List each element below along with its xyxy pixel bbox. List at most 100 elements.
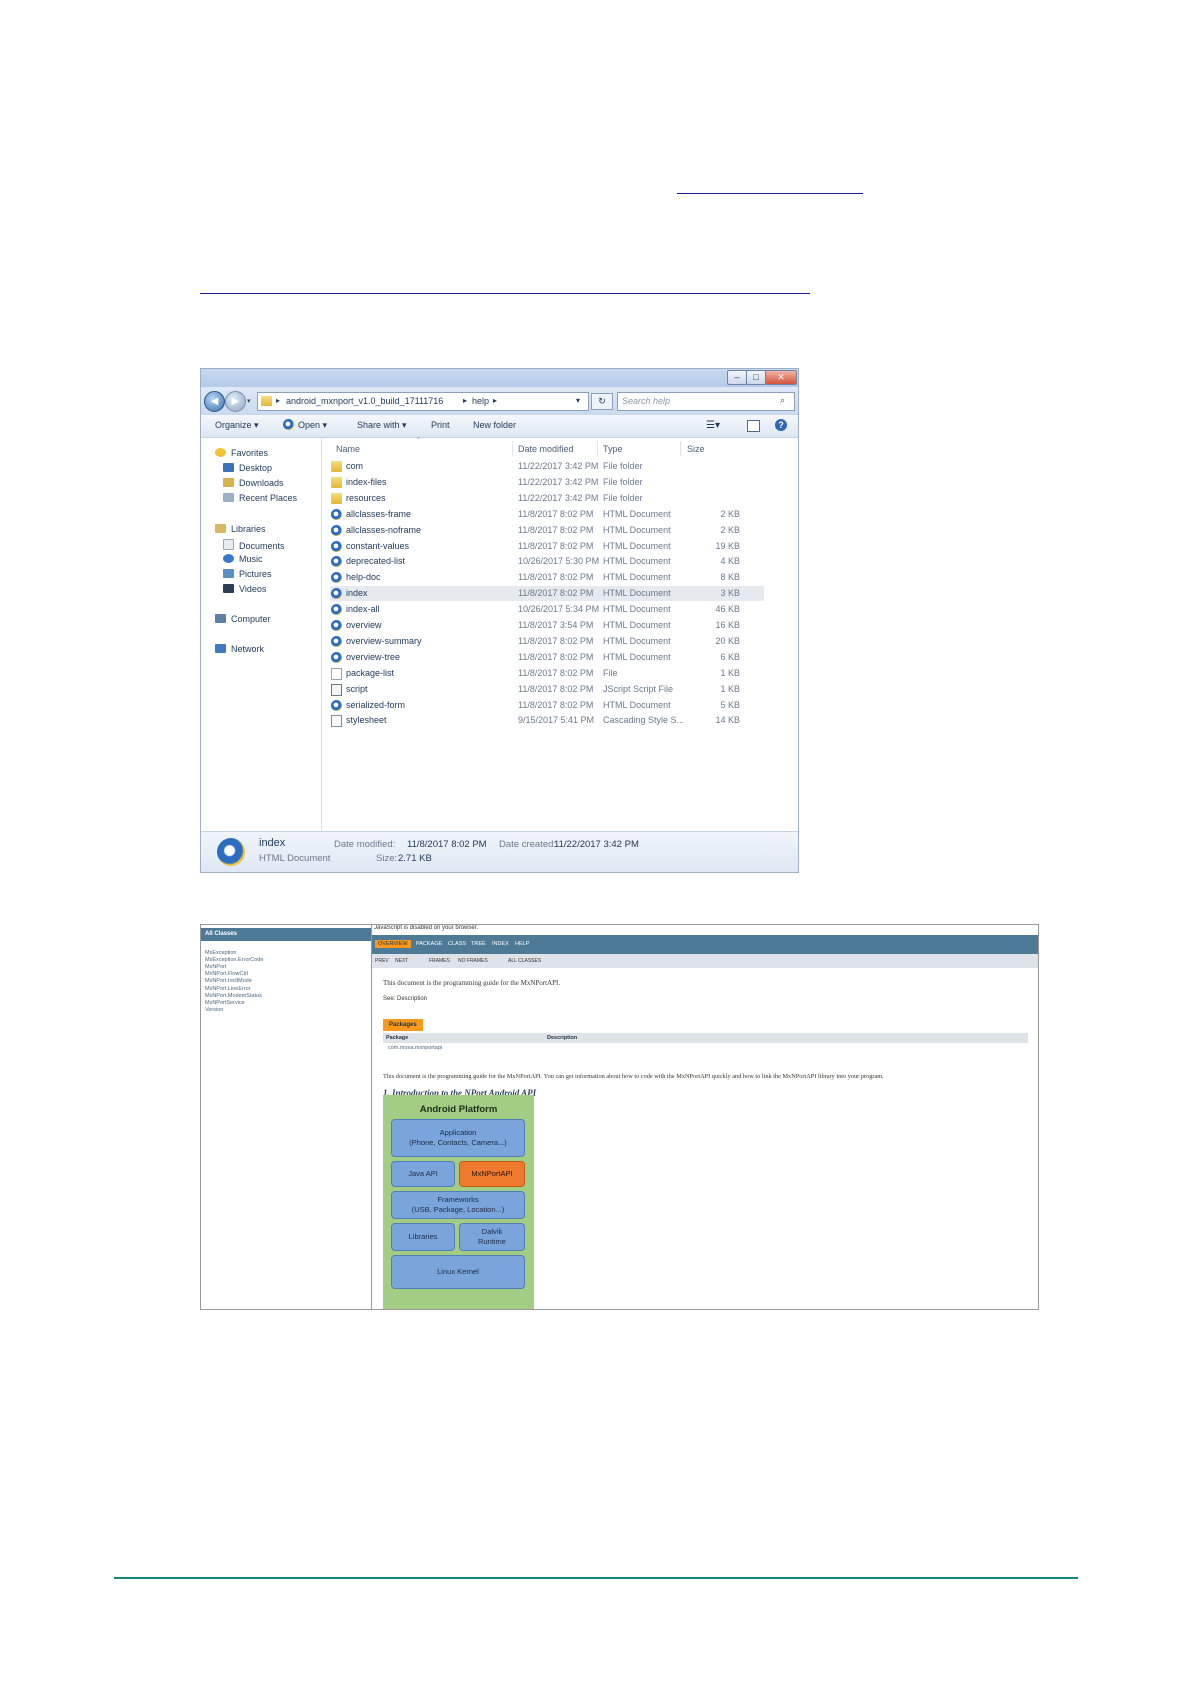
column-divider[interactable]	[680, 441, 681, 456]
column-header-size[interactable]: Size	[687, 444, 705, 454]
file-row[interactable]: resources 11/22/2017 3:42 PM File folder	[330, 491, 764, 506]
nav-index[interactable]: INDEX	[492, 941, 509, 947]
print-button[interactable]: Print	[431, 420, 450, 430]
nav-class[interactable]: CLASS	[448, 941, 466, 947]
nav-documents[interactable]: Documents	[223, 539, 285, 551]
file-row[interactable]: com 11/22/2017 3:42 PM File folder	[330, 459, 764, 474]
maximize-button[interactable]: □	[746, 370, 766, 385]
close-button[interactable]: ✕	[765, 370, 797, 385]
file-row[interactable]: index 11/8/2017 8:02 PM HTML Document 3 KB	[330, 586, 764, 602]
file-row[interactable]: overview 11/8/2017 3:54 PM HTML Document 16…	[330, 618, 764, 633]
nav-recent-places[interactable]: Recent Places	[223, 493, 297, 503]
breadcrumb-item[interactable]: help	[472, 396, 489, 406]
frameworks-sub-label: (USB, Package, Location...)	[411, 1205, 505, 1214]
nav-prev[interactable]: PREV	[375, 958, 389, 964]
nav-favorites[interactable]: Favorites	[215, 448, 268, 458]
file-name: allclasses-frame	[346, 508, 412, 519]
view-options-icon[interactable]: ☰▾	[706, 420, 720, 431]
libraries-block: Libraries	[391, 1223, 455, 1251]
hyperlink-underline-2[interactable]	[200, 293, 810, 294]
preview-pane-icon[interactable]	[747, 420, 760, 432]
hyperlink-underline-1[interactable]	[677, 193, 863, 194]
sub-navigation-bar: PREV NEXT FRAMES NO FRAMES ALL CLASSES	[372, 954, 1038, 968]
file-row[interactable]: help-doc 11/8/2017 8:02 PM HTML Document 8 …	[330, 570, 764, 585]
explorer-window: – □ ✕ ◀ ▶ ▾ ▸ android_mxnport_v1.0_build…	[200, 368, 799, 873]
nav-music[interactable]: Music	[223, 554, 263, 564]
class-link[interactable]: MxNPort.ModemStatus	[205, 993, 262, 999]
file-row[interactable]: script 11/8/2017 8:02 PM JScript Script Fi…	[330, 682, 764, 697]
organize-button[interactable]: Organize ▾	[215, 420, 259, 431]
search-icon[interactable]: ⌕	[780, 395, 785, 406]
class-link[interactable]: MxNPort.FlowCtrl	[205, 971, 248, 977]
nav-libraries[interactable]: Libraries	[215, 524, 266, 534]
package-link[interactable]: com.moxa.mxnportapi	[388, 1045, 442, 1051]
column-header-name[interactable]: Name	[336, 444, 360, 454]
java-api-block: Java API	[391, 1161, 455, 1187]
nav-videos[interactable]: Videos	[223, 584, 266, 594]
class-link[interactable]: MxNPort.IoctlMode	[205, 978, 252, 984]
javascript-disabled-message: JavaScript is disabled on your browser.	[374, 925, 479, 931]
help-icon[interactable]: ?	[775, 419, 787, 431]
file-row[interactable]: overview-tree 11/8/2017 8:02 PM HTML Docum…	[330, 650, 764, 665]
address-bar[interactable]: ▸ android_mxnport_v1.0_build_17111716 ▸ …	[257, 392, 589, 411]
class-link[interactable]: MxNPort	[205, 964, 226, 970]
file-row[interactable]: allclasses-frame 11/8/2017 8:02 PM HTML Do…	[330, 507, 764, 522]
nav-package[interactable]: PACKAGE	[416, 941, 442, 947]
nav-label: Favorites	[231, 448, 269, 458]
file-row[interactable]: package-list 11/8/2017 8:02 PM File 1 KB	[330, 666, 764, 681]
nav-help[interactable]: HELP	[515, 941, 529, 947]
file-row[interactable]: constant-values 11/8/2017 8:02 PM HTML Doc…	[330, 539, 764, 554]
nav-frames[interactable]: FRAMES	[429, 958, 450, 964]
pictures-icon	[223, 569, 234, 578]
nav-tree[interactable]: TREE	[471, 941, 486, 947]
file-row[interactable]: deprecated-list 10/26/2017 5:30 PM HTML Do…	[330, 554, 764, 569]
runtime-label: Runtime	[478, 1237, 506, 1246]
class-link[interactable]: Version	[205, 1007, 223, 1013]
column-header-type[interactable]: Type	[603, 444, 623, 454]
packages-tab: Packages	[383, 1019, 423, 1031]
back-button[interactable]: ◀	[204, 391, 225, 412]
refresh-button[interactable]: ↻	[591, 393, 613, 410]
file-row[interactable]: allclasses-noframe 11/8/2017 8:02 PM HTML …	[330, 523, 764, 538]
column-divider[interactable]	[512, 441, 513, 456]
nav-computer[interactable]: Computer	[215, 614, 271, 624]
nav-network[interactable]: Network	[215, 644, 264, 654]
file-row[interactable]: overview-summary 11/8/2017 8:02 PM HTML Do…	[330, 634, 764, 649]
recent-pages-chevron-icon[interactable]: ▾	[247, 397, 251, 405]
details-pane: index HTML Document Date modified: 11/8/…	[201, 831, 798, 872]
file-row[interactable]: index-all 10/26/2017 5:34 PM HTML Document…	[330, 602, 764, 617]
class-link[interactable]: MxException	[205, 950, 237, 956]
file-name: index-files	[346, 476, 387, 487]
nav-all-classes[interactable]: ALL CLASSES	[508, 958, 541, 964]
nav-no-frames[interactable]: NO FRAMES	[458, 958, 488, 964]
file-type: HTML Document	[603, 620, 671, 630]
see-description-link[interactable]: See: Description	[383, 996, 427, 1002]
forward-button[interactable]: ▶	[225, 391, 246, 412]
new-folder-button[interactable]: New folder	[473, 420, 516, 430]
file-row[interactable]: stylesheet 9/15/2017 5:41 PM Cascading Sty…	[330, 713, 764, 728]
column-header-date[interactable]: Date modified	[518, 444, 574, 454]
breadcrumb-item[interactable]: android_mxnport_v1.0_build_17111716	[286, 396, 443, 406]
nav-desktop[interactable]: Desktop	[223, 463, 272, 473]
class-link[interactable]: MxNPortService	[205, 1000, 245, 1006]
html-document-icon	[331, 556, 342, 568]
nav-pictures[interactable]: Pictures	[223, 569, 272, 579]
open-button[interactable]: Open ▾	[298, 420, 327, 431]
file-date: 11/8/2017 8:02 PM	[518, 651, 594, 662]
minimize-button[interactable]: –	[727, 370, 747, 385]
address-dropdown-icon[interactable]: ▾	[576, 396, 580, 405]
nav-downloads[interactable]: Downloads	[223, 478, 284, 488]
nav-overview[interactable]: OVERVIEW	[375, 940, 411, 948]
folder-icon	[261, 396, 272, 406]
diagram-title: Android Platform	[419, 1104, 498, 1115]
class-link[interactable]: MxException.ErrorCode	[205, 957, 263, 963]
share-with-button[interactable]: Share with ▾	[357, 420, 407, 431]
frameworks-label: Frameworks	[437, 1195, 479, 1205]
column-divider[interactable]	[597, 441, 598, 456]
file-type: HTML Document	[603, 572, 671, 583]
file-row[interactable]: index-files 11/22/2017 3:42 PM File folder	[330, 475, 764, 490]
class-link[interactable]: MxNPort.LineError	[205, 986, 251, 992]
search-input[interactable]: Search help ⌕	[617, 392, 795, 411]
file-row[interactable]: serialized-form 11/8/2017 8:02 PM HTML Doc…	[330, 698, 764, 713]
nav-next[interactable]: NEXT	[395, 958, 408, 964]
